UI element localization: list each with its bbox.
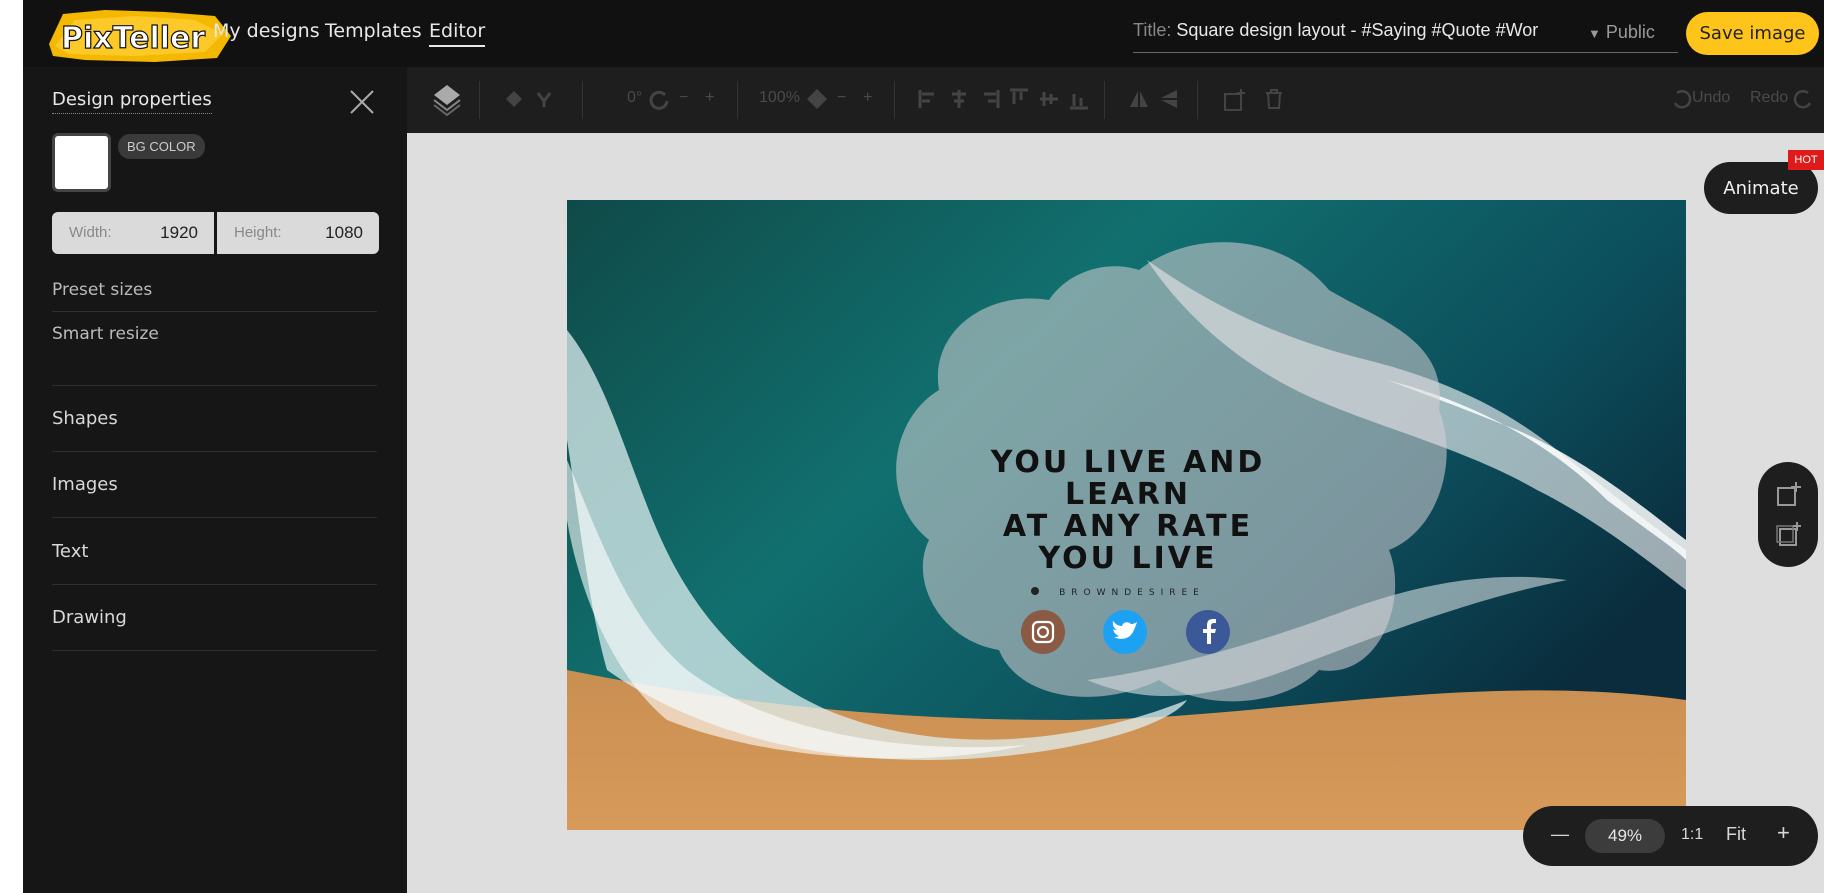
zoom-1-1-button[interactable]: 1:1 bbox=[1681, 826, 1703, 844]
divider bbox=[52, 517, 377, 518]
quote-line-2: LEARN bbox=[1065, 477, 1191, 512]
handle-dot-icon bbox=[1031, 587, 1039, 595]
align-center-icon[interactable] bbox=[947, 87, 971, 111]
duplicate-page-icon[interactable] bbox=[1775, 520, 1803, 553]
align-bottom-icon[interactable] bbox=[1067, 87, 1091, 111]
panel-title: Design properties bbox=[52, 89, 212, 114]
zoom-value[interactable]: 49% bbox=[1585, 819, 1665, 853]
twitter-icon bbox=[1103, 610, 1147, 654]
quote-line-4: YOU LIVE bbox=[1038, 541, 1218, 576]
pixteller-logo[interactable]: PixTeller bbox=[45, 6, 235, 66]
redo-button[interactable]: Redo bbox=[1750, 89, 1788, 107]
section-drawing[interactable]: Drawing bbox=[52, 607, 127, 628]
align-top-icon[interactable] bbox=[1007, 87, 1031, 111]
trash-icon[interactable] bbox=[1262, 87, 1286, 111]
height-field[interactable]: Height: bbox=[217, 212, 379, 254]
divider bbox=[1104, 81, 1105, 119]
handle-text: BROWNDESIREE bbox=[1059, 588, 1205, 598]
bring-forward-icon[interactable] bbox=[502, 87, 526, 111]
flip-vertical-icon[interactable] bbox=[1157, 87, 1181, 111]
editor-toolbar: 0° − + 100% − + Undo Redo bbox=[407, 67, 1824, 133]
quote-line-3: AT ANY RATE bbox=[1003, 509, 1253, 544]
nav-my-designs[interactable]: My designs bbox=[213, 20, 320, 42]
divider bbox=[52, 584, 377, 585]
canvas-area[interactable]: YOU LIVE AND LEARN AT ANY RATE YOU LIVE … bbox=[407, 133, 1824, 893]
zoom-fit-button[interactable]: Fit bbox=[1726, 824, 1746, 845]
smart-resize-link[interactable]: Smart resize bbox=[52, 324, 159, 344]
rotation-value: 0° bbox=[627, 89, 643, 106]
divider bbox=[479, 81, 480, 119]
title-label: Title: bbox=[1133, 20, 1172, 40]
send-backward-icon[interactable] bbox=[532, 87, 556, 111]
design-canvas[interactable]: YOU LIVE AND LEARN AT ANY RATE YOU LIVE … bbox=[567, 200, 1686, 830]
width-input[interactable] bbox=[138, 223, 198, 243]
divider bbox=[52, 311, 377, 312]
nav-templates[interactable]: Templates bbox=[325, 20, 422, 42]
divider bbox=[52, 650, 377, 651]
visibility-dropdown[interactable]: ▼ Public bbox=[1588, 22, 1655, 43]
add-page-icon[interactable] bbox=[1775, 480, 1803, 513]
duplicate-icon[interactable] bbox=[1222, 87, 1246, 111]
caret-down-icon: ▼ bbox=[1588, 26, 1601, 41]
divider bbox=[737, 81, 738, 119]
transparency-icon[interactable] bbox=[805, 87, 829, 111]
section-shapes[interactable]: Shapes bbox=[52, 408, 118, 429]
flip-horizontal-icon[interactable] bbox=[1127, 87, 1151, 111]
height-label: Height: bbox=[234, 224, 282, 241]
design-artwork: YOU LIVE AND LEARN AT ANY RATE YOU LIVE … bbox=[567, 200, 1686, 830]
design-properties-panel: Design properties BG COLOR Width: Height… bbox=[23, 67, 407, 893]
undo-icon[interactable] bbox=[1669, 87, 1693, 111]
align-left-icon[interactable] bbox=[917, 87, 941, 111]
divider bbox=[894, 81, 895, 119]
layers-icon[interactable] bbox=[432, 83, 462, 117]
preset-sizes-link[interactable]: Preset sizes bbox=[52, 280, 152, 300]
width-field[interactable]: Width: bbox=[52, 212, 214, 254]
align-right-icon[interactable] bbox=[977, 87, 1001, 111]
rotate-icon[interactable] bbox=[647, 87, 671, 111]
align-middle-icon[interactable] bbox=[1037, 87, 1061, 111]
rotate-plus-icon[interactable]: + bbox=[705, 89, 714, 107]
undo-button[interactable]: Undo bbox=[1692, 89, 1730, 107]
zoom-minus-icon[interactable]: − bbox=[837, 89, 846, 107]
divider bbox=[52, 451, 377, 452]
zoom-controls: — 49% 1:1 Fit + bbox=[1523, 806, 1818, 866]
width-label: Width: bbox=[69, 224, 112, 241]
object-zoom-value: 100% bbox=[759, 89, 800, 106]
visibility-label: Public bbox=[1605, 22, 1655, 42]
bg-color-label[interactable]: BG COLOR bbox=[118, 134, 205, 159]
hot-badge: HOT bbox=[1788, 150, 1824, 170]
zoom-out-button[interactable]: — bbox=[1551, 824, 1569, 845]
section-images[interactable]: Images bbox=[52, 474, 118, 495]
nav-editor[interactable]: Editor bbox=[429, 20, 486, 47]
svg-text:PixTeller: PixTeller bbox=[61, 21, 205, 56]
top-bar: PixTeller My designs Templates Editor Ti… bbox=[23, 0, 1824, 67]
height-input[interactable] bbox=[303, 223, 363, 243]
divider bbox=[52, 385, 377, 386]
rotate-minus-icon[interactable]: − bbox=[679, 89, 688, 107]
zoom-in-button[interactable]: + bbox=[1777, 820, 1790, 846]
close-icon[interactable] bbox=[349, 89, 375, 115]
facebook-icon bbox=[1186, 610, 1230, 654]
instagram-icon bbox=[1021, 610, 1065, 654]
bg-color-swatch[interactable] bbox=[52, 133, 111, 192]
section-text[interactable]: Text bbox=[52, 541, 88, 562]
redo-icon[interactable] bbox=[1792, 87, 1816, 111]
zoom-plus-icon[interactable]: + bbox=[863, 89, 872, 107]
title-value[interactable]: Square design layout - #Saying #Quote #W… bbox=[1176, 20, 1538, 40]
save-image-button[interactable]: Save image bbox=[1686, 12, 1819, 55]
divider bbox=[1197, 81, 1198, 119]
page-tools bbox=[1758, 462, 1818, 567]
quote-line-1: YOU LIVE AND bbox=[990, 445, 1266, 480]
divider bbox=[582, 81, 583, 119]
